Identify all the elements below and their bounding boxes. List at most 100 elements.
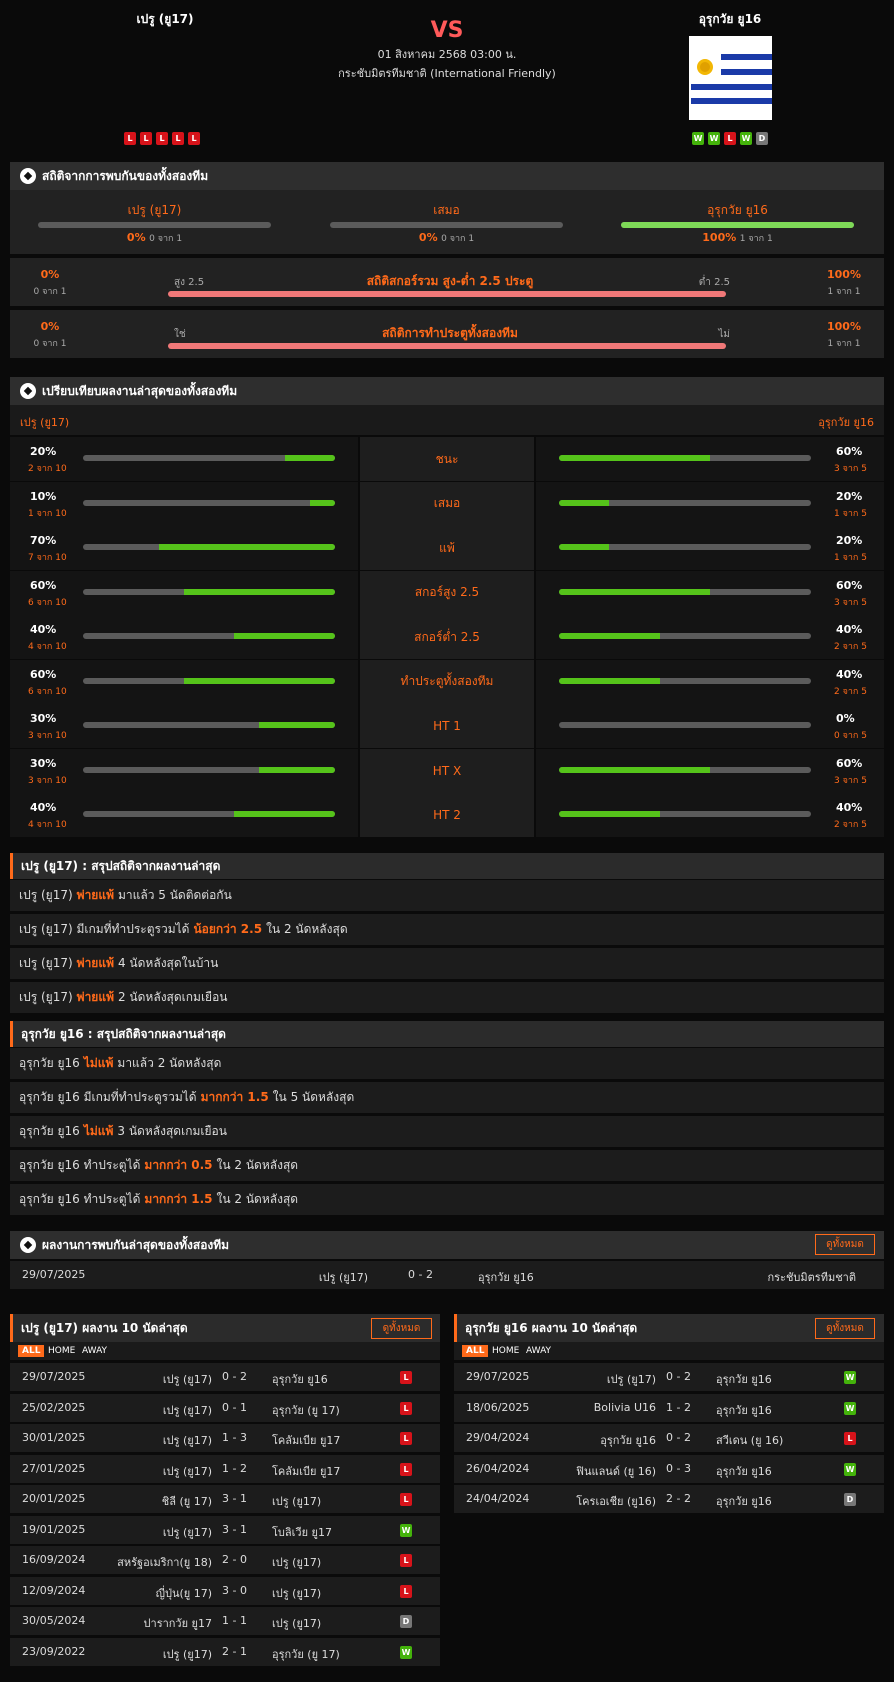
compare-right-bar bbox=[559, 811, 811, 817]
compare-left: 40% 4 จาก 10 bbox=[10, 615, 358, 659]
summary-highlight: ไม่แพ้ bbox=[83, 1056, 114, 1070]
summary-tail: 4 นัดหลังสุดในบ้าน bbox=[117, 956, 219, 970]
form-badge: D bbox=[756, 132, 768, 145]
match-score: 0 - 2 bbox=[666, 1370, 691, 1383]
compare-right-fill bbox=[559, 544, 610, 550]
summary-tail: มาแล้ว 2 นัดหลังสุด bbox=[117, 1056, 222, 1070]
ou-right-label: ต่ำ 2.5 bbox=[698, 277, 730, 288]
match-row[interactable]: 27/01/2025 เปรู (ยู17) 1 - 2 โคลัมเบีย ยู17… bbox=[10, 1454, 440, 1483]
match-row[interactable]: 30/01/2025 เปรู (ยู17) 1 - 3 โคลัมเบีย ยู17… bbox=[10, 1424, 440, 1452]
match-date: 27/01/2025 bbox=[22, 1461, 86, 1475]
compare-right-fill bbox=[559, 588, 711, 595]
compare-label: สกอร์ต่ำ 2.5 bbox=[360, 615, 534, 659]
compare-row: 30% 3 จาก 10 HT 1 0% 0 จาก 5 bbox=[10, 704, 884, 748]
summary-highlight: มากกว่า 1.5 bbox=[200, 1090, 269, 1104]
away-team-name[interactable]: อุรุกวัย ยู16 bbox=[625, 10, 835, 29]
away-tab-all[interactable]: ALL bbox=[462, 1345, 489, 1357]
h2h-away-stat: 100% 1 จาก 1 bbox=[621, 231, 854, 245]
compare-left: 30% 3 จาก 10 bbox=[10, 748, 358, 793]
match-score: 1 - 2 bbox=[666, 1400, 691, 1414]
match-score: 1 - 1 bbox=[222, 1614, 247, 1627]
match-result-badge: L bbox=[400, 1371, 412, 1384]
form-badge: W bbox=[708, 132, 720, 145]
compare-right-bar bbox=[559, 766, 811, 773]
match-result-badge: W bbox=[400, 1645, 412, 1659]
compare-right-bar bbox=[559, 677, 811, 684]
last-h2h-row[interactable]: 29/07/2025 เปรู (ยู17) 0 - 2 อุรุกวัย ยู… bbox=[10, 1261, 884, 1289]
match-away: โบลิเวีย ยู17 bbox=[272, 1525, 332, 1539]
match-result-badge: L bbox=[844, 1432, 856, 1445]
home-last-tabs: ALL HOME AWAY bbox=[10, 1342, 440, 1360]
match-score: 3 - 0 bbox=[222, 1583, 247, 1597]
compare-right-bar bbox=[559, 588, 811, 595]
match-row[interactable]: 16/09/2024 สหรัฐอเมริกา(ยู 18) 2 - 0 เปรู (… bbox=[10, 1546, 440, 1574]
match-result-badge: L bbox=[400, 1401, 412, 1415]
compare-right: 60% 3 จาก 5 bbox=[536, 570, 884, 615]
home-tab-away[interactable]: AWAY bbox=[78, 1345, 111, 1357]
match-date: 30/01/2025 bbox=[22, 1431, 86, 1444]
match-row[interactable]: 20/01/2025 ชิลี (ยู 17) 3 - 1 เปรู (ยู17) L bbox=[10, 1485, 440, 1513]
match-row[interactable]: 25/02/2025 เปรู (ยู17) 0 - 1 อุรุกวัย (ยู 1… bbox=[10, 1393, 440, 1422]
compare-left: 60% 6 จาก 10 bbox=[10, 570, 358, 615]
home-last-view-all-button[interactable]: ดูทั้งหมด bbox=[371, 1318, 432, 1339]
match-row[interactable]: 19/01/2025 เปรู (ยู17) 3 - 1 โบลิเวีย ยู17 W bbox=[10, 1515, 440, 1544]
match-score: 0 - 3 bbox=[666, 1461, 691, 1475]
form-badge: L bbox=[188, 132, 200, 145]
btts-panel: 0% 0 จาก 1 ใช่ สถิติการทำประตูทั้งสองทีม… bbox=[10, 310, 884, 358]
match-row[interactable]: 29/07/2025 เปรู (ยู17) 0 - 2 อุรุกวัย ยู16 L bbox=[10, 1363, 440, 1391]
compare-right-fill bbox=[559, 455, 711, 461]
compare-left-sub: 4 จาก 10 bbox=[28, 820, 67, 830]
compare-left-bar bbox=[83, 811, 335, 817]
form-badge: W bbox=[740, 132, 752, 145]
compare-right-fill bbox=[559, 677, 660, 684]
match-row[interactable]: 12/09/2024 ญี่ปุ่น(ยู 17) 3 - 0 เปรู (ยู17)… bbox=[10, 1576, 440, 1605]
match-row[interactable]: 23/09/2022 เปรู (ยู17) 2 - 1 อุรุกวัย (ยู 1… bbox=[10, 1637, 440, 1666]
compare-right-sub: 0 จาก 5 bbox=[834, 731, 867, 741]
last-h2h-date: 29/07/2025 bbox=[22, 1268, 86, 1281]
match-row[interactable]: 26/04/2024 ฟินแลนด์ (ยู 16) 0 - 3 อุรุกวัย … bbox=[454, 1454, 884, 1483]
home-team-name[interactable]: เปรู (ยู17) bbox=[60, 10, 270, 29]
summary-text: เปรู (ยู17) มีเกมที่ทำประตูรวมได้ bbox=[19, 922, 190, 936]
match-home: เปรู (ยู17) bbox=[162, 1403, 212, 1417]
away-last-view-all-button[interactable]: ดูทั้งหมด bbox=[815, 1318, 875, 1339]
compare-left-fill bbox=[234, 811, 335, 817]
match-result-badge: L bbox=[400, 1462, 412, 1476]
summary-text: เปรู (ยู17) bbox=[19, 888, 73, 902]
match-away: โคลัมเบีย ยู17 bbox=[272, 1464, 341, 1478]
compare-right-sub: 2 จาก 5 bbox=[834, 642, 867, 652]
h2h-home-label: เปรู (ยู17) bbox=[127, 203, 182, 217]
home-tab-home[interactable]: HOME bbox=[44, 1345, 79, 1357]
match-home: ญี่ปุ่น(ยู 17) bbox=[155, 1586, 212, 1600]
h2h-draw-label: เสมอ bbox=[433, 203, 460, 217]
summary-tail: มาแล้ว 5 นัดติดต่อกัน bbox=[117, 888, 232, 902]
compare-label: HT X bbox=[360, 748, 534, 793]
match-home: โครเอเชีย (ยู16) bbox=[576, 1495, 656, 1508]
home-tab-all[interactable]: ALL bbox=[18, 1345, 45, 1357]
compare-left: 70% 7 จาก 10 bbox=[10, 526, 358, 570]
summary-tail: 3 นัดหลังสุดเกมเยือน bbox=[117, 1124, 227, 1138]
match-row[interactable]: 18/06/2025 Bolivia U16 1 - 2 อุรุกวัย ยู16 W bbox=[454, 1393, 884, 1422]
compare-left-bar bbox=[83, 588, 335, 595]
away-tab-away[interactable]: AWAY bbox=[522, 1345, 555, 1357]
match-date: 26/04/2024 bbox=[466, 1461, 530, 1475]
compare-left-sub: 2 จาก 10 bbox=[28, 464, 67, 474]
form-badge: L bbox=[172, 132, 184, 145]
match-row[interactable]: 29/04/2024 อุรุกวัย ยู16 0 - 2 สวีเดน (ยู 1… bbox=[454, 1424, 884, 1452]
h2h-section-header: สถิติจากการพบกันของทั้งสองทีม bbox=[10, 162, 884, 190]
compare-left-pct: 10% bbox=[30, 489, 57, 503]
summary-text: อุรุกวัย ยู16 bbox=[19, 1056, 80, 1070]
compare-left-sub: 1 จาก 10 bbox=[28, 508, 67, 519]
away-tab-home[interactable]: HOME bbox=[488, 1345, 523, 1357]
compare-right: 20% 1 จาก 5 bbox=[536, 526, 884, 570]
h2h-draw-pct: 0% bbox=[418, 231, 438, 244]
match-row[interactable]: 24/04/2024 โครเอเชีย (ยู16) 2 - 2 อุรุกวัย … bbox=[454, 1485, 884, 1513]
match-home: เปรู (ยู17) bbox=[162, 1434, 212, 1447]
match-row[interactable]: 30/05/2024 ปารากวัย ยู17 1 - 1 เปรู (ยู17) D bbox=[10, 1607, 440, 1635]
last-h2h-view-all-button[interactable]: ดูทั้งหมด bbox=[815, 1234, 875, 1255]
match-away: อุรุกวัย ยู16 bbox=[716, 1464, 772, 1478]
summary-row: เปรู (ยู17) พ่ายแพ้ 2 นัดหลังสุดเกมเยือน bbox=[10, 982, 884, 1013]
compare-right: 20% 1 จาก 5 bbox=[536, 481, 884, 526]
match-score: 1 - 3 bbox=[222, 1431, 247, 1444]
match-row[interactable]: 29/07/2025 เปรู (ยู17) 0 - 2 อุรุกวัย ยู16 W bbox=[454, 1363, 884, 1391]
match-date: 23/09/2022 bbox=[22, 1644, 86, 1658]
